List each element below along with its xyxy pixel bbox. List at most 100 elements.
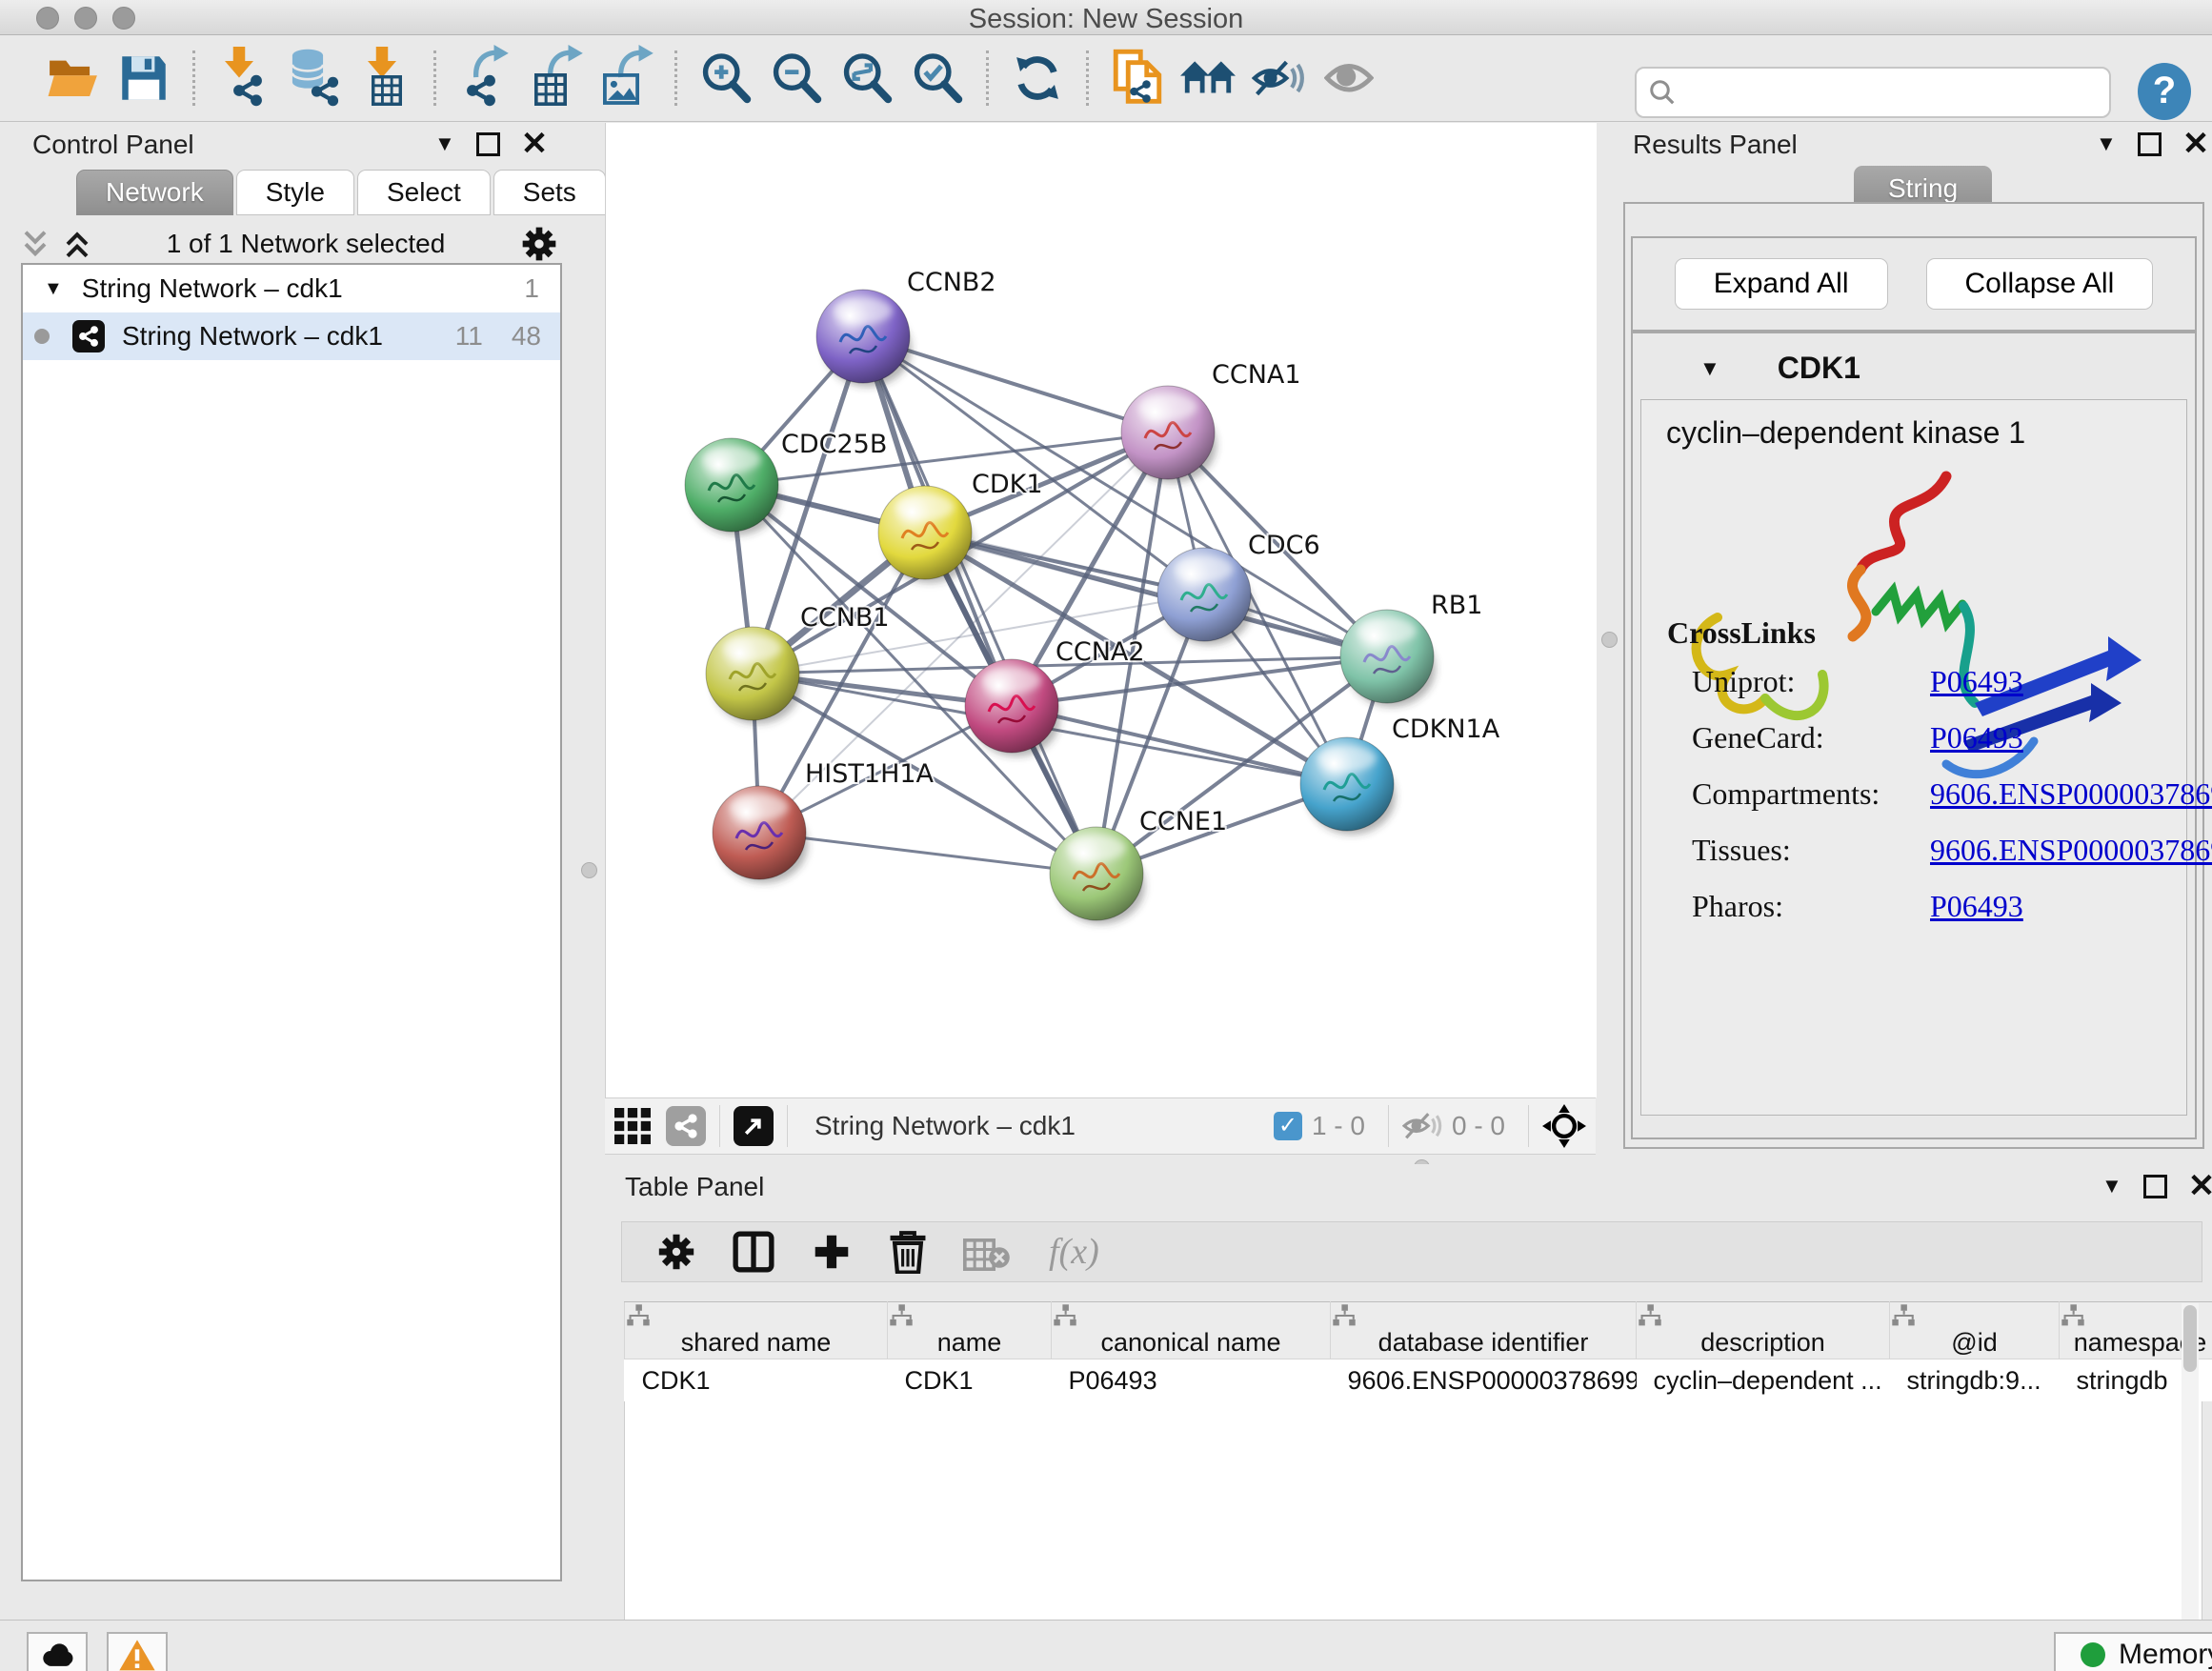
crosslink-label: GeneCard: <box>1692 720 1873 755</box>
warning-button[interactable] <box>107 1632 168 1671</box>
birds-eye-view-icon[interactable] <box>1542 1104 1586 1148</box>
control-tab-style[interactable]: Style <box>236 170 354 215</box>
control-panel-tabs: NetworkStyleSelectSets <box>76 170 609 215</box>
open-folder-icon <box>47 56 100 101</box>
panel-menu-icon[interactable]: ▼ <box>434 131 455 156</box>
right-divider-handle[interactable] <box>1601 632 1618 648</box>
zoom-fit-button[interactable] <box>838 49 895 108</box>
network-canvas[interactable]: CCNB2CCNA1CDC25BCDK1CDC6RB1CCNB1CCNA2CDK… <box>605 123 1597 1097</box>
network-node-RB1[interactable]: RB1 <box>1340 591 1482 707</box>
save-session-button[interactable] <box>115 49 172 108</box>
zoom-out-button[interactable] <box>768 49 825 108</box>
hide-selected-button[interactable] <box>1250 49 1307 108</box>
column-header-shared-name[interactable]: shared name <box>625 1302 888 1359</box>
zoom-selected-button[interactable] <box>909 49 966 108</box>
results-panel: Results Panel ▼ ✕ String Expand All Coll… <box>1619 122 2212 1158</box>
network-node-CDC25B[interactable]: CDC25B <box>685 430 887 535</box>
node-label: HIST1H1A <box>805 759 935 789</box>
zoom-fit-icon <box>841 52 893 104</box>
column-header-name[interactable]: name <box>888 1302 1052 1359</box>
panel-close-icon[interactable]: ✕ <box>2188 1177 2212 1196</box>
crosslink-link-pharos[interactable]: P06493 <box>1930 889 2023 924</box>
panel-float-icon[interactable] <box>2138 132 2162 156</box>
network-edge-CCNB2-CCNE1[interactable] <box>863 336 1096 874</box>
panel-close-icon[interactable]: ✕ <box>2182 134 2210 153</box>
column-header-description[interactable]: description <box>1637 1302 1890 1359</box>
network-node-HIST1H1A[interactable]: HIST1H1A <box>713 759 935 883</box>
crosslink-link-genecard[interactable]: P06493 <box>1930 720 2023 755</box>
import-network-from-file-button[interactable] <box>215 49 272 108</box>
refresh-view-button[interactable] <box>1009 49 1066 108</box>
export-image-button[interactable] <box>597 49 654 108</box>
network-row-selected[interactable]: String Network – cdk1 11 48 <box>23 312 560 360</box>
import-network-from-database-button[interactable] <box>286 49 343 108</box>
open-session-button[interactable] <box>45 49 102 108</box>
node-count: 11 <box>455 321 483 352</box>
table-row[interactable]: CDK1CDK1P064939606.ENSP00000378699cyclin… <box>625 1359 2212 1402</box>
node-label: CDK1 <box>972 470 1043 499</box>
show-hidden-button[interactable] <box>1320 49 1377 108</box>
delete-column-trash-icon[interactable] <box>889 1230 927 1274</box>
split-view-icon[interactable] <box>733 1231 774 1273</box>
panel-menu-icon[interactable]: ▼ <box>2096 131 2117 156</box>
network-collection-row[interactable]: ▼ String Network – cdk1 1 <box>23 265 560 312</box>
help-button[interactable]: ? <box>2138 63 2191 120</box>
panel-float-icon[interactable] <box>476 132 500 156</box>
column-header-canonical-name[interactable]: canonical name <box>1052 1302 1331 1359</box>
panel-float-icon[interactable] <box>2143 1175 2167 1198</box>
refresh-icon <box>1014 54 1061 102</box>
left-divider-handle[interactable] <box>581 862 597 878</box>
export-network-button[interactable] <box>456 49 513 108</box>
cloud-button[interactable] <box>27 1632 88 1671</box>
network-node-CDK1[interactable]: CDK1 <box>878 470 1043 583</box>
panel-menu-icon[interactable]: ▼ <box>2101 1174 2122 1198</box>
network-node-CCNA1[interactable]: CCNA1 <box>1121 360 1301 483</box>
column-header--id[interactable]: @id <box>1890 1302 2060 1359</box>
gene-name: CDK1 <box>1778 351 1860 386</box>
selected-count: 1 - 0 <box>1312 1111 1365 1141</box>
zoom-in-button[interactable] <box>697 49 754 108</box>
network-node-CDKN1A[interactable]: CDKN1A <box>1300 715 1500 835</box>
collapse-all-icon[interactable] <box>21 229 50 260</box>
zoom-selected-icon <box>912 52 963 104</box>
duplicate-network-button[interactable] <box>1109 49 1166 108</box>
eye-slash-icon <box>1252 58 1305 98</box>
memory-label: Memory <box>2119 1639 2212 1671</box>
expand-all-icon[interactable] <box>63 229 91 260</box>
crosslink-link-compartments[interactable]: 9606.ENSP00000378699 <box>1930 776 2212 812</box>
search-input[interactable] <box>1677 77 2081 109</box>
panel-close-icon[interactable]: ✕ <box>521 134 549 153</box>
crosslink-row: GeneCard: P06493 <box>1692 720 2212 755</box>
expand-all-button[interactable]: Expand All <box>1675 258 1888 310</box>
table-vertical-scrollbar[interactable] <box>2182 1303 2199 1671</box>
control-tab-select[interactable]: Select <box>357 170 491 215</box>
create-column-plus-icon[interactable] <box>811 1231 853 1273</box>
column-header-database-identifier[interactable]: database identifier <box>1331 1302 1637 1359</box>
search-field[interactable] <box>1635 67 2111 118</box>
network-node-CDC6[interactable]: CDC6 <box>1157 531 1320 645</box>
grid-view-icon[interactable] <box>614 1108 651 1144</box>
crosslinks-title: CrossLinks <box>1667 615 2212 651</box>
detach-view-icon[interactable] <box>734 1106 774 1146</box>
crosslink-link-uniprot[interactable]: P06493 <box>1930 664 2023 699</box>
tree-collapse-icon[interactable]: ▼ <box>44 278 63 300</box>
network-options-gear-icon[interactable] <box>520 225 558 263</box>
control-tab-sets[interactable]: Sets <box>493 170 606 215</box>
selected-checkbox-icon[interactable]: ✓ <box>1274 1112 1302 1140</box>
share-network-icon[interactable] <box>666 1106 706 1146</box>
show-all-windows-button[interactable] <box>1179 49 1237 108</box>
network-node-CCNB1[interactable]: CCNB1 <box>706 603 890 724</box>
warning-icon <box>118 1639 156 1671</box>
import-table-from-file-button[interactable] <box>356 49 413 108</box>
gene-header[interactable]: ▼ CDK1 <box>1633 333 2195 399</box>
gene-collapse-icon[interactable]: ▼ <box>1699 356 1720 381</box>
collapse-all-button[interactable]: Collapse All <box>1926 258 2154 310</box>
table-settings-gear-icon[interactable] <box>656 1232 696 1272</box>
control-tab-network[interactable]: Network <box>76 170 233 215</box>
table-toolbar: f(x) <box>621 1221 2202 1282</box>
expand-collapse-bar: Expand All Collapse All <box>1631 236 2197 332</box>
crosslink-link-tissues[interactable]: 9606.ENSP00000378699 <box>1930 833 2212 868</box>
network-edge-HIST1H1A-CCNE1[interactable] <box>759 833 1096 874</box>
memory-button[interactable]: Memory <box>2054 1632 2212 1671</box>
export-table-button[interactable] <box>527 49 584 108</box>
